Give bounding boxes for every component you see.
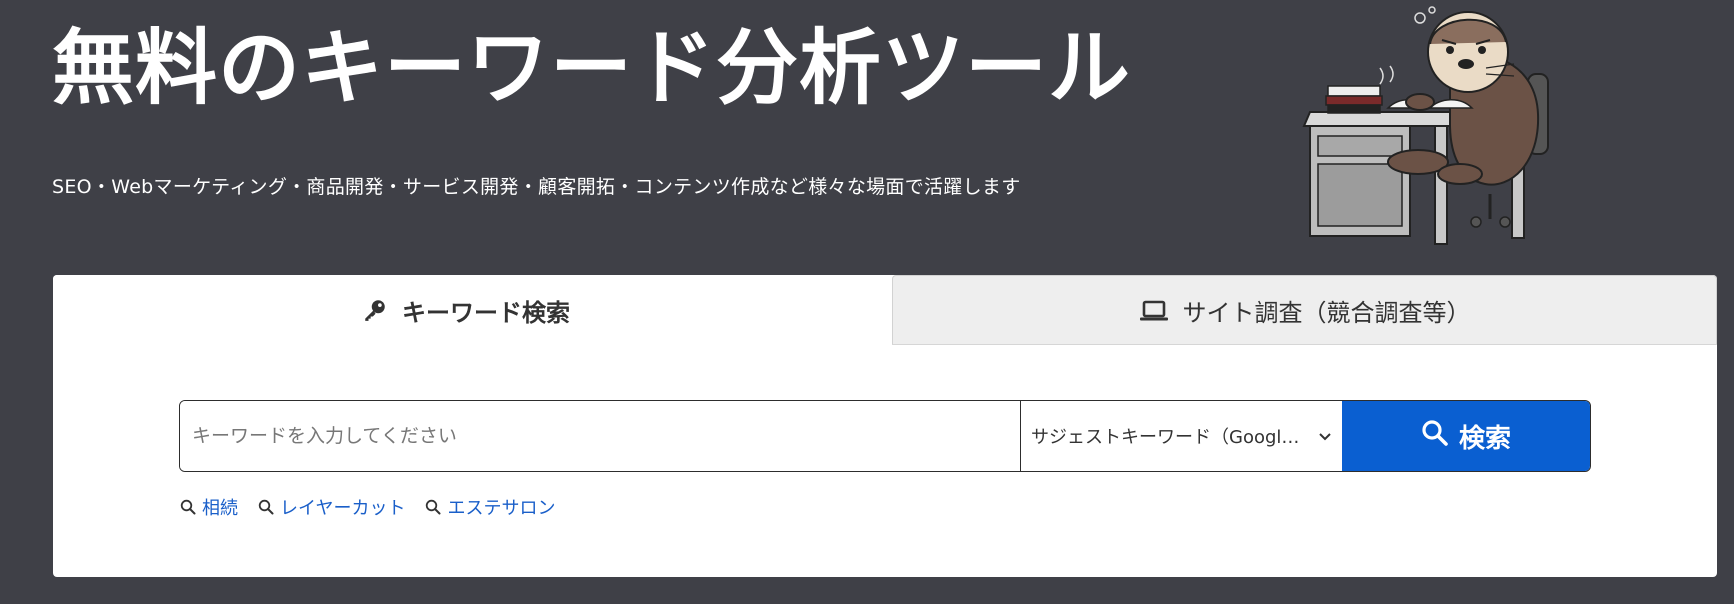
search-button[interactable]: 検索	[1342, 401, 1590, 471]
suggested-keyword-link[interactable]: エステサロン	[425, 494, 555, 520]
chevron-down-icon	[1318, 426, 1332, 447]
tab-site-research[interactable]: サイト調査（競合調査等）	[892, 275, 1717, 345]
search-icon	[425, 499, 441, 515]
keyword-search-input[interactable]	[180, 401, 1021, 471]
search-icon	[1421, 419, 1449, 454]
tab-label: サイト調査（競合調査等）	[1182, 299, 1471, 327]
page-title: 無料のキーワード分析ツール	[52, 21, 1132, 116]
key-icon	[362, 297, 388, 323]
search-button-label: 検索	[1458, 423, 1511, 454]
search-type-select[interactable]: サジェストキーワード（Googl…	[1021, 401, 1342, 471]
search-icon	[180, 499, 196, 515]
search-icon	[258, 499, 274, 515]
otter-mascot-illustration	[1302, 6, 1549, 245]
tab-divider-line	[892, 344, 1717, 345]
tab-keyword-search[interactable]: キーワード検索	[53, 275, 879, 345]
page-subtitle: SEO・Webマーケティング・商品開発・サービス開発・顧客開拓・コンテンツ作成な…	[52, 176, 1021, 198]
suggested-keyword-label: レイヤーカット	[280, 498, 406, 519]
suggested-keyword-label: 相続	[202, 498, 238, 519]
search-form: サジェストキーワード（Googl… 検索	[179, 400, 1591, 472]
laptop-icon	[1139, 299, 1169, 323]
suggested-keyword-label: エステサロン	[447, 498, 556, 519]
suggested-keyword-link[interactable]: 相続	[180, 494, 238, 520]
suggested-keywords: 相続 レイヤーカット エステサロン	[180, 494, 555, 520]
suggested-keyword-link[interactable]: レイヤーカット	[258, 494, 405, 520]
search-type-select-value: サジェストキーワード（Googl…	[1031, 427, 1300, 448]
tab-label: キーワード検索	[402, 298, 570, 327]
